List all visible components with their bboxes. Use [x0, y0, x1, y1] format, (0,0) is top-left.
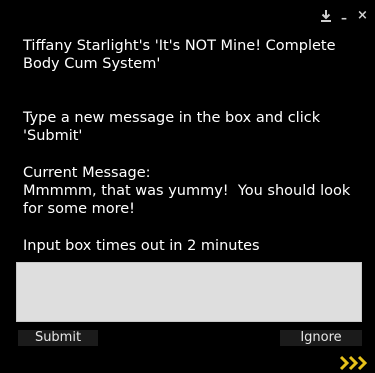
current-message-text: Mmmmm, that was yummy! You should look f…: [23, 183, 355, 217]
instruction-text: Type a new message in the box and click …: [23, 110, 325, 144]
ignore-button[interactable]: Ignore: [280, 330, 362, 346]
next-arrows-icon[interactable]: [339, 355, 369, 371]
dialog-title: Tiffany Starlight's 'It's NOT Mine! Comp…: [23, 38, 341, 72]
message-input[interactable]: [16, 262, 362, 322]
current-message-label: Current Message:: [23, 165, 151, 181]
window-controls: – ×: [321, 7, 368, 27]
download-icon[interactable]: [321, 10, 331, 22]
minimize-icon[interactable]: –: [339, 9, 349, 27]
close-icon[interactable]: ×: [357, 7, 368, 25]
submit-button[interactable]: Submit: [18, 330, 98, 346]
timeout-notice: Input box times out in 2 minutes: [23, 238, 260, 254]
script-dialog: – × Tiffany Starlight's 'It's NOT Mine! …: [0, 0, 375, 373]
